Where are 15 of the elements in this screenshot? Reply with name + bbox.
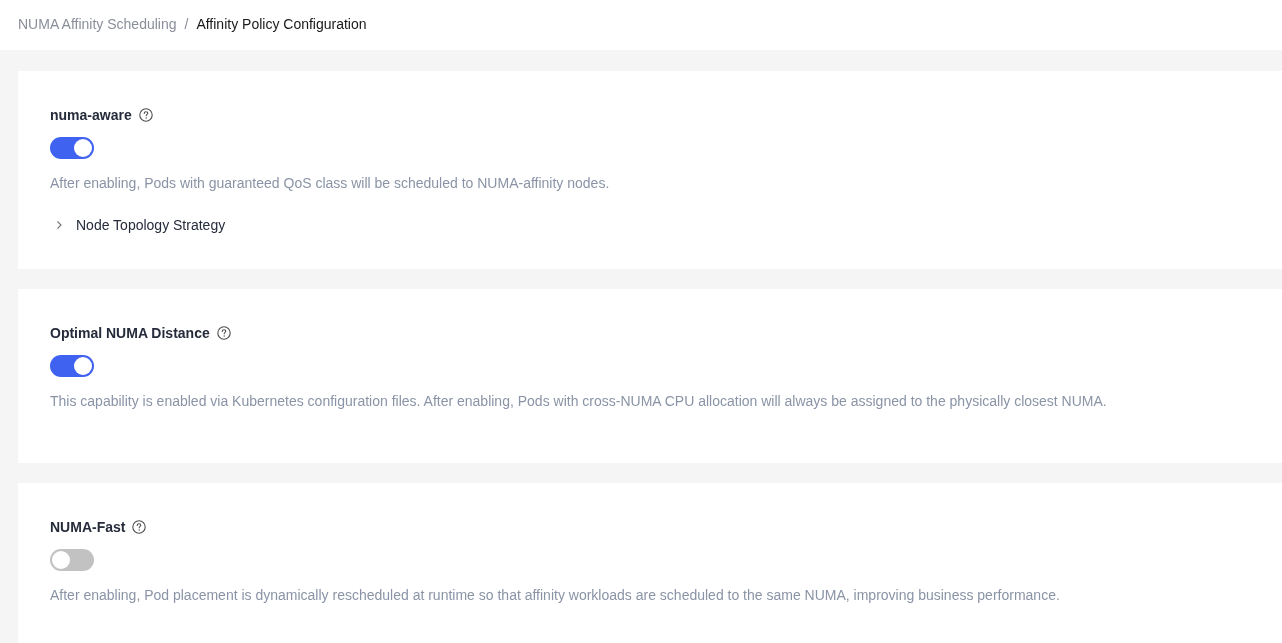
expander-toggle[interactable]: Node Topology Strategy xyxy=(50,213,226,237)
help-icon[interactable] xyxy=(216,326,231,340)
breadcrumb-separator: / xyxy=(184,16,189,32)
setting-description: This capability is enabled via Kubernetes configuration files. After enabling, Pods with cross-NUMA CPU allocation will always be assigned to the physically closest NUMA. xyxy=(50,392,1107,411)
setting-description: After enabling, Pod placement is dynamically rescheduled at runtime so that affinity workloads are scheduled to the same NUMA, improving business performance. xyxy=(50,586,1060,605)
setting-title: NUMA-Fast xyxy=(50,519,126,535)
help-icon[interactable] xyxy=(138,108,153,122)
setting-title: Optimal NUMA Distance xyxy=(50,325,210,341)
toggle-switch[interactable] xyxy=(50,355,94,377)
toggle-switch[interactable] xyxy=(50,549,94,571)
breadcrumb-current: Affinity Policy Configuration xyxy=(196,16,367,32)
help-icon[interactable] xyxy=(132,520,147,534)
setting-title: numa-aware xyxy=(50,107,132,123)
toggle-switch[interactable] xyxy=(50,137,94,159)
setting-description: After enabling, Pods with guaranteed QoS class will be scheduled to NUMA-affinity nodes. xyxy=(50,174,610,193)
